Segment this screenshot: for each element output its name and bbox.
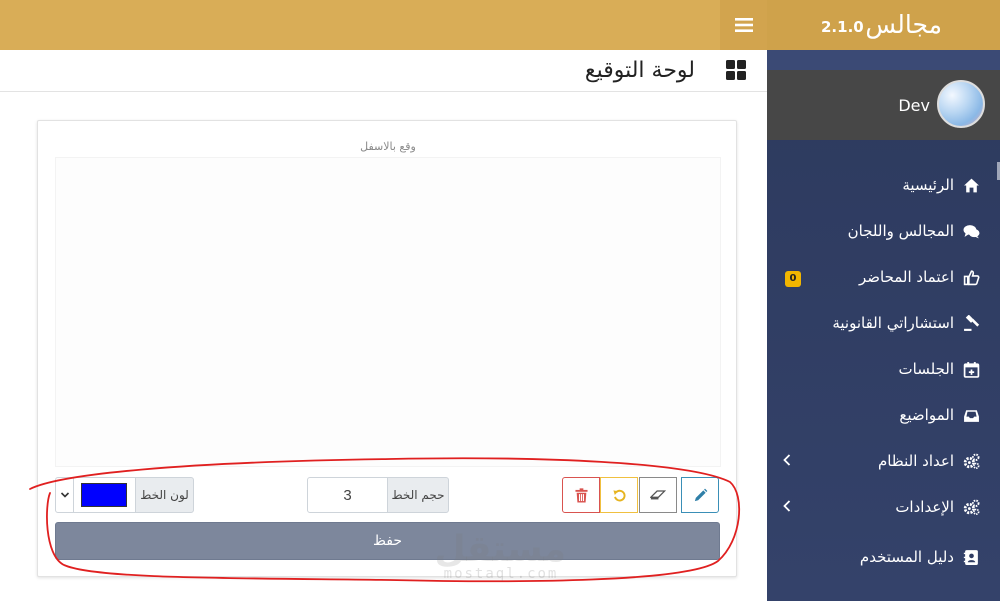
sidebar-item-label: الإعدادات xyxy=(895,498,954,516)
sidebar-item-label: المجالس واللجان xyxy=(847,222,954,240)
undo-icon xyxy=(612,489,625,501)
menu-icon xyxy=(734,18,753,32)
sidebar-item-home[interactable]: الرئيسية xyxy=(767,162,1000,208)
signature-card: وقع بالاسفل حجم الخط لون الخط xyxy=(37,120,737,577)
sidebar-item-legal-consultations[interactable]: استشاراتي القانونية xyxy=(767,300,1000,346)
line-color-label: لون الخط xyxy=(135,477,194,513)
sidebar-item-sessions[interactable]: الجلسات xyxy=(767,346,1000,392)
sidebar-item-label: الجلسات xyxy=(898,360,954,378)
thumbs-up-icon xyxy=(963,270,980,286)
line-color-swatch xyxy=(81,483,127,507)
app-version: 2.1.0 xyxy=(821,18,864,36)
sidebar-top-strip xyxy=(767,50,1000,70)
page-title: لوحة التوقيع xyxy=(584,58,695,83)
sidebar-item-topics[interactable]: المواضيع xyxy=(767,392,1000,438)
calendar-plus-icon xyxy=(963,362,980,378)
notification-badge: 0 xyxy=(785,271,801,287)
line-size-input[interactable] xyxy=(307,477,388,513)
line-color-dropdown[interactable] xyxy=(55,477,74,513)
chevron-left-icon xyxy=(783,500,791,512)
gavel-icon xyxy=(964,315,980,331)
sidebar-item-label: استشاراتي القانونية xyxy=(832,314,954,332)
signature-hint: وقع بالاسفل xyxy=(360,140,416,153)
line-size-label: حجم الخط xyxy=(387,477,449,513)
undo-button[interactable] xyxy=(600,477,638,513)
brand-name: مجالس xyxy=(865,10,942,39)
avatar xyxy=(937,80,985,128)
sidebar-item-system-setup[interactable]: اعداد النظام xyxy=(767,438,1000,484)
trash-icon xyxy=(574,487,588,502)
cogs-icon xyxy=(963,499,980,515)
line-color-picker[interactable] xyxy=(73,477,136,513)
user-name: Dev xyxy=(898,96,930,115)
sidebar: Dev الرئيسية المجالس واللجان اعتماد المح… xyxy=(767,50,1000,601)
sidebar-item-settings[interactable]: الإعدادات xyxy=(767,484,1000,530)
sidebar-item-user-guide[interactable]: دليل المستخدم xyxy=(767,534,1000,580)
sidebar-item-label: دليل المستخدم xyxy=(859,548,954,566)
pencil-icon xyxy=(694,488,707,501)
sidebar-item-label: الرئيسية xyxy=(902,176,954,194)
sidebar-item-label: اعداد النظام xyxy=(877,452,954,470)
user-panel[interactable]: Dev xyxy=(767,70,1000,140)
eraser-icon xyxy=(650,490,666,500)
sidebar-item-councils[interactable]: المجالس واللجان xyxy=(767,208,1000,254)
home-icon xyxy=(964,178,979,193)
sidebar-toggle-button[interactable] xyxy=(720,0,767,50)
signature-pad[interactable] xyxy=(55,157,721,467)
brand-header[interactable]: مجالس 2.1.0 xyxy=(767,0,1000,50)
clear-button[interactable] xyxy=(562,477,600,513)
dashboard-grid-icon xyxy=(726,60,746,80)
chevron-down-icon xyxy=(60,492,69,498)
save-button[interactable]: حفظ xyxy=(55,522,720,560)
pen-tool-button[interactable] xyxy=(681,477,719,513)
sidebar-item-label: المواضيع xyxy=(899,406,954,424)
chevron-left-icon xyxy=(783,454,791,466)
eraser-tool-button[interactable] xyxy=(639,477,677,513)
sidebar-item-minutes-approval[interactable]: اعتماد المحاضر 0 xyxy=(767,254,1000,300)
page-header: لوحة التوقيع xyxy=(0,50,767,92)
cogs-icon xyxy=(963,453,980,469)
address-book-icon xyxy=(963,550,978,565)
sidebar-item-label: اعتماد المحاضر xyxy=(858,268,954,286)
comments-icon xyxy=(963,225,980,239)
inbox-icon xyxy=(964,410,979,422)
top-navbar xyxy=(0,0,767,50)
